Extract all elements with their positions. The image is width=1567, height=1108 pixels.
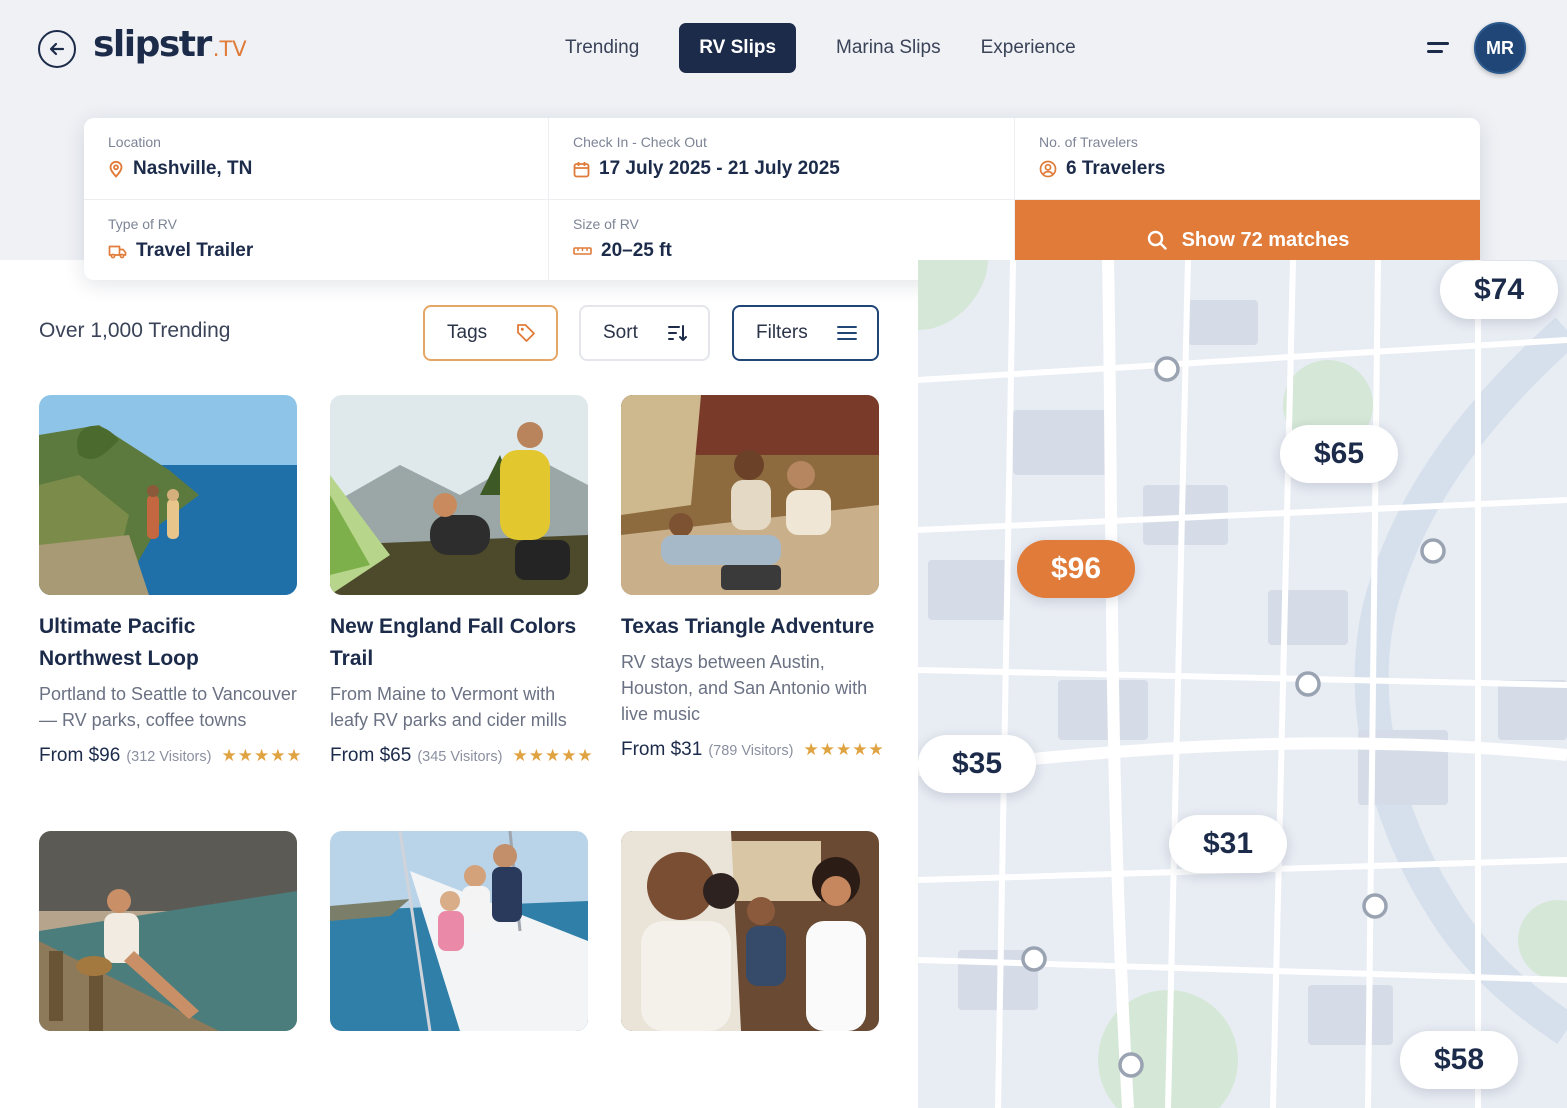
back-button[interactable] <box>38 30 76 68</box>
location-value: Nashville, TN <box>133 158 253 179</box>
map-view[interactable]: $74 $65 $96 $35 $31 $58 <box>918 260 1567 1108</box>
avatar[interactable]: MR <box>1474 22 1526 74</box>
star-rating: ★★★★★ <box>512 746 594 765</box>
star-rating: ★★★★★ <box>803 740 885 759</box>
trip-visitors: (312 Visitors) <box>126 749 212 765</box>
brand-name: slipstr <box>93 24 212 65</box>
map-price-pin[interactable]: $74 <box>1440 261 1559 319</box>
map-price-pin[interactable]: $31 <box>1169 815 1288 873</box>
street-map <box>918 260 1567 1108</box>
sort-button[interactable]: Sort <box>579 305 710 361</box>
map-price-pin[interactable]: $58 <box>1400 1031 1519 1089</box>
tags-label: Tags <box>447 322 488 343</box>
trip-meta: From $31 (789 Visitors) ★★★★★ <box>621 739 884 761</box>
location-label: Location <box>108 134 161 150</box>
rv-type-label: Type of RV <box>108 216 178 232</box>
sort-label: Sort <box>603 322 638 343</box>
tab-marina-slips[interactable]: Marina Slips <box>816 23 961 73</box>
arrow-left-icon <box>49 42 65 56</box>
tag-icon <box>517 324 535 342</box>
trip-image[interactable] <box>39 831 297 1031</box>
tags-button[interactable]: Tags <box>423 305 558 361</box>
tab-rv-slips[interactable]: RV Slips <box>679 23 797 73</box>
tab-trending[interactable]: Trending <box>545 23 659 73</box>
filters-button[interactable]: Filters <box>732 305 879 361</box>
trip-card[interactable] <box>330 831 588 1031</box>
trip-price: From $65 <box>330 745 412 766</box>
trip-visitors: (345 Visitors) <box>417 749 503 765</box>
tab-experience[interactable]: Experience <box>961 23 1096 73</box>
search-icon <box>1147 230 1167 250</box>
rv-icon <box>108 245 127 259</box>
calendar-icon <box>573 161 590 177</box>
sort-icon <box>668 325 687 341</box>
brand-suffix: .TV <box>212 37 247 61</box>
trip-card[interactable] <box>39 831 297 1031</box>
brand-logo[interactable]: slipstr .TV <box>93 24 247 65</box>
trip-image[interactable] <box>330 831 588 1031</box>
show-matches-label: Show 72 matches <box>1181 228 1350 251</box>
trip-title[interactable]: New England Fall Colors Trail <box>330 611 588 675</box>
trip-price: From $31 <box>621 739 703 760</box>
trip-title[interactable]: Texas Triangle Adventure <box>621 611 879 643</box>
map-pin-icon <box>109 160 123 178</box>
map-price-pin-selected[interactable]: $96 <box>1017 540 1136 598</box>
map-price-pin[interactable]: $65 <box>1280 425 1399 483</box>
trip-visitors: (789 Visitors) <box>708 743 794 759</box>
star-rating: ★★★★★ <box>221 746 303 765</box>
trip-image[interactable] <box>39 395 297 595</box>
location-field[interactable]: Location Nashville, TN <box>84 118 549 200</box>
trip-description: From Maine to Vermont with leafy RV park… <box>330 684 567 730</box>
trip-image[interactable] <box>621 831 879 1031</box>
user-circle-icon <box>1039 160 1057 178</box>
search-panel: Location Nashville, TN Check In - Check … <box>84 118 1480 280</box>
trip-image[interactable] <box>330 395 588 595</box>
rv-size-label: Size of RV <box>573 216 639 232</box>
rv-size-value: 20–25 ft <box>601 240 672 261</box>
listing-heading: Over 1,000 Trending <box>39 319 231 342</box>
trip-description: Portland to Seattle to Vancouver — RV pa… <box>39 684 297 730</box>
map-price-pin[interactable]: $35 <box>918 735 1037 793</box>
main-nav: Trending RV Slips Marina Slips Experienc… <box>545 23 1096 73</box>
trip-description: RV stays between Austin, Houston, and Sa… <box>621 652 868 724</box>
menu-icon[interactable] <box>1423 38 1453 58</box>
filter-lines-icon <box>837 326 857 340</box>
ruler-icon <box>573 247 592 255</box>
travelers-label: No. of Travelers <box>1039 134 1138 150</box>
trip-price: From $96 <box>39 745 121 766</box>
trip-card[interactable] <box>621 831 879 1031</box>
dates-field[interactable]: Check In - Check Out 17 July 2025 - 21 J… <box>549 118 1015 200</box>
trip-card[interactable]: Texas Triangle Adventure RV stays betwee… <box>621 395 884 761</box>
travelers-value: 6 Travelers <box>1066 158 1166 179</box>
filters-label: Filters <box>756 322 808 343</box>
dates-value: 17 July 2025 - 21 July 2025 <box>599 158 840 179</box>
trip-card[interactable]: Ultimate Pacific Northwest Loop Portland… <box>39 395 302 767</box>
trip-meta: From $65 (345 Visitors) ★★★★★ <box>330 745 593 767</box>
trip-meta: From $96 (312 Visitors) ★★★★★ <box>39 745 302 767</box>
rv-type-value: Travel Trailer <box>136 240 254 261</box>
trip-title[interactable]: Ultimate Pacific Northwest Loop <box>39 611 297 675</box>
rv-type-field[interactable]: Type of RV Travel Trailer <box>84 200 549 280</box>
trip-card[interactable]: New England Fall Colors Trail From Maine… <box>330 395 593 767</box>
travelers-field[interactable]: No. of Travelers 6 Travelers <box>1015 118 1480 200</box>
trip-image[interactable] <box>621 395 879 595</box>
dates-label: Check In - Check Out <box>573 134 707 150</box>
